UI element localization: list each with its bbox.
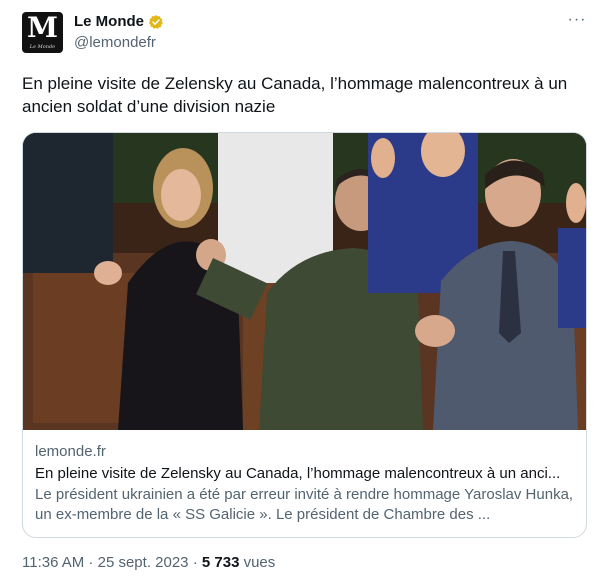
link-card[interactable]: lemonde.fr En pleine visite de Zelensky … (22, 132, 587, 538)
card-domain: lemonde.fr (35, 443, 106, 460)
card-image[interactable] (23, 133, 586, 430)
author-name-row: Le Monde (74, 12, 164, 32)
avatar[interactable]: M Le Monde (22, 12, 63, 53)
tweet-date[interactable]: 25 sept. 2023 (98, 554, 189, 571)
card-description: Le président ukrainien a été par erreur … (35, 486, 574, 523)
tweet-text: En pleine visite de Zelensky au Canada, … (22, 74, 568, 116)
author-display-name[interactable]: Le Monde (74, 12, 144, 32)
avatar-logo-letter: M (27, 12, 58, 44)
meta-separator: · (188, 554, 202, 571)
tweet-time[interactable]: 11:36 AM (22, 554, 84, 571)
views-label: vues (239, 554, 276, 571)
views-count: 5 733 (201, 554, 240, 571)
meta-separator: · (84, 554, 98, 571)
verified-badge-icon[interactable] (148, 14, 164, 30)
tweet[interactable]: M Le Monde Le Monde @lemondefr ··· En pl… (0, 0, 598, 579)
tweet-meta: 11:36 AM · 25 sept. 2023 · 5 733 vues (22, 553, 275, 573)
card-title[interactable]: En pleine visite de Zelensky au Canada, … (35, 464, 575, 484)
card-meta: lemonde.fr En pleine visite de Zelensky … (35, 443, 575, 525)
avatar-wordmark: Le Monde (29, 44, 56, 50)
author-handle[interactable]: @lemondefr (74, 33, 156, 53)
more-options-icon[interactable]: ··· (566, 12, 588, 32)
